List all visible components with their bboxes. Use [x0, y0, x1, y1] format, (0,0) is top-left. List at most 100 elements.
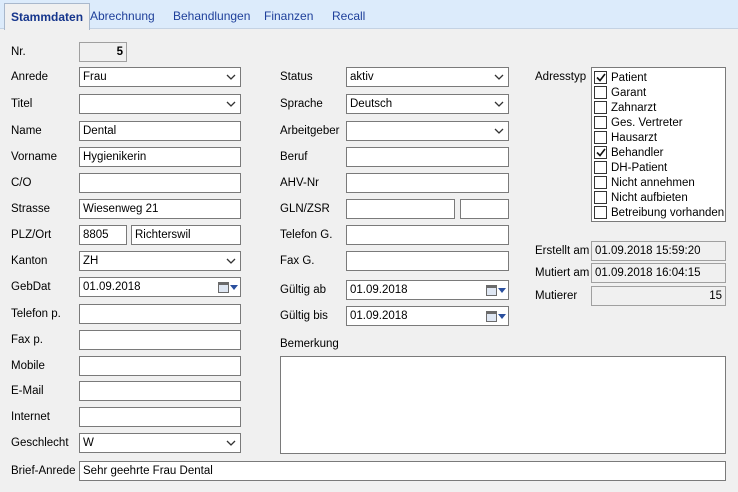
internet-input[interactable]: [79, 407, 241, 427]
adresstyp-option[interactable]: Nicht annehmen: [594, 175, 695, 190]
checkbox-unchecked-icon[interactable]: [594, 161, 607, 174]
tab-stammdaten[interactable]: Stammdaten: [4, 3, 91, 30]
adresstyp-option-label: Hausarzt: [611, 131, 658, 144]
email-input[interactable]: [79, 381, 241, 401]
anrede-select[interactable]: Frau: [79, 67, 241, 87]
briefanrede-input[interactable]: Sehr geehrte Frau Dental: [79, 461, 726, 481]
gueltig-ab-datepicker[interactable]: 01.09.2018: [346, 280, 509, 300]
adresstyp-option[interactable]: Betreibung vorhanden: [594, 205, 724, 220]
strasse-input[interactable]: Wiesenweg 21: [79, 199, 241, 219]
ahv-label: AHV-Nr: [280, 177, 319, 189]
vorname-input[interactable]: Hygienikerin: [79, 147, 241, 167]
adresstyp-option[interactable]: Patient: [594, 70, 647, 85]
chevron-down-icon[interactable]: [225, 98, 237, 110]
ort-input[interactable]: Richterswil: [131, 225, 241, 245]
gln-input[interactable]: [346, 199, 455, 219]
anrede-label: Anrede: [11, 71, 49, 83]
email-label: E-Mail: [11, 385, 44, 397]
adresstyp-option[interactable]: Behandler: [594, 145, 663, 160]
gebdat-label: GebDat: [11, 281, 51, 293]
calendar-icon[interactable]: [214, 280, 238, 294]
checkbox-unchecked-icon[interactable]: [594, 206, 607, 219]
mutiert-label: Mutiert am: [535, 267, 590, 279]
chevron-down-icon[interactable]: [225, 255, 237, 267]
adresstyp-option-label: Betreibung vorhanden: [611, 206, 725, 219]
bemerkung-textarea[interactable]: [280, 356, 726, 454]
gueltig-bis-value: 01.09.2018: [350, 310, 408, 322]
adresstyp-checklist[interactable]: Patient Garant Zahnarzt Ges. Vertreter Hausa…: [591, 67, 726, 222]
tab-behandlungen[interactable]: Behandlungen: [167, 5, 256, 29]
sprache-label: Sprache: [280, 98, 323, 110]
status-label: Status: [280, 71, 313, 83]
erstellt-label: Erstellt am: [535, 245, 590, 257]
adresstyp-option-label: Behandler: [611, 146, 664, 159]
name-input[interactable]: Dental: [79, 121, 241, 141]
zsr-input[interactable]: [460, 199, 509, 219]
mobile-label: Mobile: [11, 360, 45, 372]
adresstyp-option[interactable]: Garant: [594, 85, 646, 100]
ahv-input[interactable]: [346, 173, 509, 193]
adresstyp-option[interactable]: Nicht aufbieten: [594, 190, 688, 205]
beruf-input[interactable]: [346, 147, 509, 167]
adresstyp-option[interactable]: Ges. Vertreter: [594, 115, 683, 130]
checkbox-checked-icon[interactable]: [594, 146, 607, 159]
gebdat-datepicker[interactable]: 01.09.2018: [79, 277, 241, 297]
adresstyp-option[interactable]: DH-Patient: [594, 160, 667, 175]
kanton-label: Kanton: [11, 255, 48, 267]
beruf-label: Beruf: [280, 151, 308, 163]
checkbox-unchecked-icon[interactable]: [594, 191, 607, 204]
checkbox-unchecked-icon[interactable]: [594, 86, 607, 99]
kanton-select[interactable]: ZH: [79, 251, 241, 271]
telefon-input[interactable]: [79, 304, 241, 324]
mutierer-label: Mutierer: [535, 290, 578, 302]
adresstyp-option-label: DH-Patient: [611, 161, 668, 174]
internet-label: Internet: [11, 411, 50, 423]
sprache-select[interactable]: Deutsch: [346, 94, 509, 114]
chevron-down-icon[interactable]: [493, 71, 505, 83]
checkbox-unchecked-icon[interactable]: [594, 116, 607, 129]
telefon-g-input[interactable]: [346, 225, 509, 245]
calendar-icon[interactable]: [482, 283, 506, 297]
chevron-down-icon[interactable]: [493, 98, 505, 110]
gueltig-bis-label: Gültig bis: [280, 310, 328, 322]
chevron-down-icon[interactable]: [225, 71, 237, 83]
adresstyp-option-label: Zahnarzt: [611, 101, 657, 114]
name-label: Name: [11, 125, 42, 137]
checkbox-unchecked-icon[interactable]: [594, 131, 607, 144]
adresstyp-option[interactable]: Zahnarzt: [594, 100, 656, 115]
erstellt-field: 01.09.2018 15:59:20: [591, 241, 726, 261]
plz-input[interactable]: 8805: [79, 225, 127, 245]
sprache-value: Deutsch: [350, 98, 393, 110]
tab-finanzen[interactable]: Finanzen: [258, 5, 319, 29]
co-label: C/O: [11, 177, 32, 189]
co-input[interactable]: [79, 173, 241, 193]
calendar-icon[interactable]: [482, 309, 506, 323]
gueltig-bis-datepicker[interactable]: 01.09.2018: [346, 306, 509, 326]
chevron-down-icon[interactable]: [493, 125, 505, 137]
gueltig-ab-label: Gültig ab: [280, 284, 327, 296]
mobile-input[interactable]: [79, 356, 241, 376]
adresstyp-option[interactable]: Hausarzt: [594, 130, 657, 145]
telefon-label: Telefon p.: [11, 308, 61, 320]
checkbox-checked-icon[interactable]: [594, 71, 607, 84]
status-select[interactable]: aktiv: [346, 67, 509, 87]
chevron-down-icon[interactable]: [225, 437, 237, 449]
tab-abrechnung[interactable]: Abrechnung: [84, 5, 161, 29]
titel-select[interactable]: [79, 94, 241, 114]
fax-input[interactable]: [79, 330, 241, 350]
checkbox-unchecked-icon[interactable]: [594, 176, 607, 189]
fax-g-input[interactable]: [346, 251, 509, 271]
tab-recall[interactable]: Recall: [326, 5, 371, 29]
adresstyp-option-label: Patient: [611, 71, 647, 84]
arbeitgeber-select[interactable]: [346, 121, 509, 141]
geschlecht-select[interactable]: W: [79, 433, 241, 453]
adresstyp-option-label: Ges. Vertreter: [611, 116, 683, 129]
mutiert-field: 01.09.2018 16:04:15: [591, 263, 726, 283]
mutierer-field: 15: [591, 286, 726, 306]
checkbox-unchecked-icon[interactable]: [594, 101, 607, 114]
briefanrede-label: Brief-Anrede: [11, 465, 76, 477]
vorname-label: Vorname: [11, 151, 58, 163]
fax-g-label: Fax G.: [280, 255, 315, 267]
tab-bar: Stammdaten Abrechnung Behandlungen Finan…: [0, 0, 738, 30]
adresstyp-label: Adresstyp: [535, 71, 587, 83]
